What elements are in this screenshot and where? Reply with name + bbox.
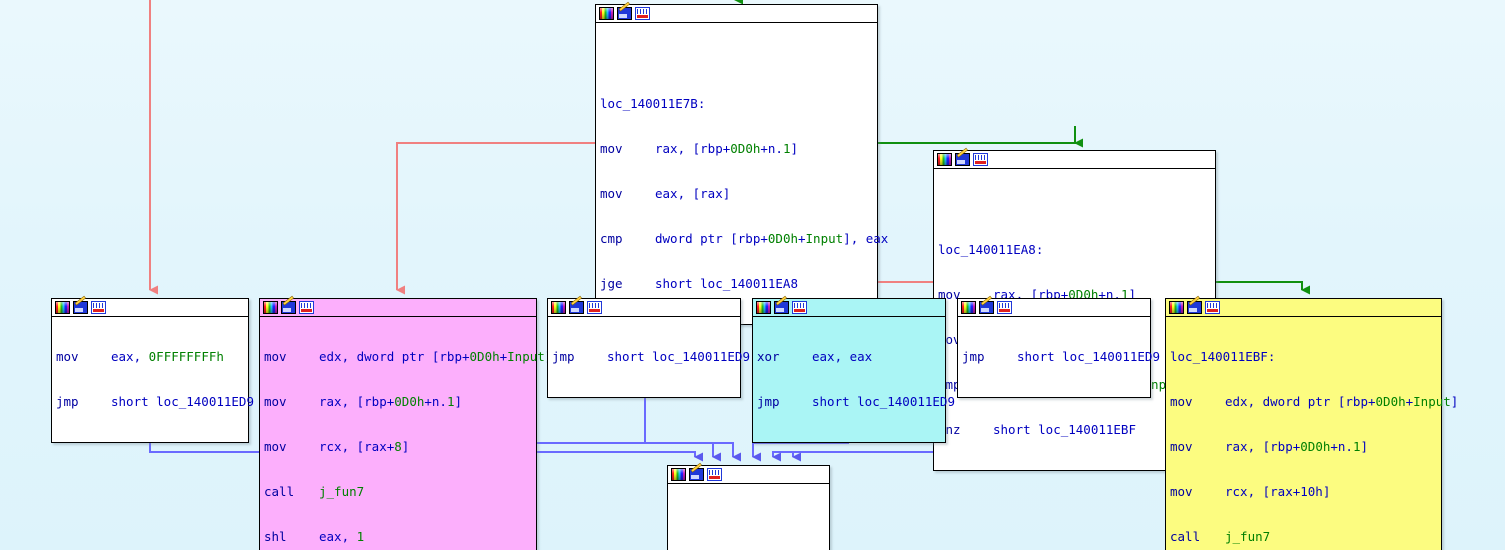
operands: rcx, [rax+10h]: [1225, 484, 1331, 499]
edit-pencil-icon[interactable]: [689, 468, 704, 481]
block-jmp-b[interactable]: jmp short loc_140011ED9: [957, 298, 1160, 398]
operands: edx, dword ptr [rbp+0D0h+Input]: [319, 349, 552, 364]
mnemonic: mov: [264, 349, 287, 364]
block-body: loc_140011EBF: mov edx, dword ptr [rbp+0D…: [1166, 317, 1458, 550]
mnemonic: call: [1170, 529, 1201, 544]
color-palette-icon[interactable]: [961, 301, 976, 314]
operands: edx, dword ptr [rbp+0D0h+Input]: [1225, 394, 1459, 409]
mnemonic: mov: [1170, 394, 1193, 409]
edit-pencil-icon[interactable]: [569, 301, 584, 314]
mnemonic: mov: [264, 439, 287, 454]
block-titlebar[interactable]: [753, 299, 945, 317]
block-body: mov edx, dword ptr [rbp+0D0h+Input] mov ra…: [260, 317, 552, 550]
block-body: jmp short loc_140011ED9: [958, 317, 1160, 397]
operands: eax, [rax]: [655, 186, 731, 201]
mnemonic: mov: [600, 141, 623, 156]
operands: short loc_140011EBF: [993, 422, 1136, 437]
mnemonic: jmp: [56, 394, 79, 409]
block-loc-140011E7B[interactable]: loc_140011E7B: mov rax, [rbp+0D0h+n.1] mo…: [595, 4, 888, 325]
mnemonic: mov: [1170, 484, 1193, 499]
edit-pencil-icon[interactable]: [955, 153, 970, 166]
color-palette-icon[interactable]: [55, 301, 70, 314]
operands: short loc_140011ED9: [111, 394, 254, 409]
mnemonic: xor: [757, 349, 780, 364]
block-titlebar[interactable]: [958, 299, 1150, 317]
color-palette-icon[interactable]: [599, 7, 614, 20]
edit-pencil-icon[interactable]: [73, 301, 88, 314]
block-titlebar[interactable]: [260, 299, 536, 317]
block-body: loc_140011E7B: mov rax, [rbp+0D0h+n.1] mo…: [596, 23, 888, 324]
block-label: loc_140011E7B:: [600, 96, 706, 111]
edit-pencil-icon[interactable]: [281, 301, 296, 314]
graph-layout-icon[interactable]: [635, 7, 650, 20]
mnemonic: cmp: [600, 231, 623, 246]
mnemonic: jmp: [962, 349, 985, 364]
mnemonic: mov: [1170, 439, 1193, 454]
block-titlebar[interactable]: [596, 5, 877, 23]
graph-layout-icon[interactable]: [299, 301, 314, 314]
operands: j_fun7: [319, 484, 365, 499]
mnemonic: shl: [264, 529, 287, 544]
operands: short loc_140011ED9: [1017, 349, 1160, 364]
operands: j_fun7: [1225, 529, 1271, 544]
color-palette-icon[interactable]: [1169, 301, 1184, 314]
block-titlebar[interactable]: [52, 299, 248, 317]
edit-pencil-icon[interactable]: [617, 7, 632, 20]
graph-canvas[interactable]: loc_140011E7B: mov rax, [rbp+0D0h+n.1] mo…: [0, 0, 1505, 550]
operands: short loc_140011EA8: [655, 276, 798, 291]
operands: rax, [rbp+0D0h+n.1]: [655, 141, 799, 156]
edit-pencil-icon[interactable]: [979, 301, 994, 314]
block-body: mov eax, 0FFFFFFFFh jmp short loc_140011ED…: [52, 317, 254, 442]
mnemonic: mov: [600, 186, 623, 201]
mnemonic: jmp: [552, 349, 575, 364]
operands: rax, [rbp+0D0h+n.1]: [319, 394, 463, 409]
operands: eax, 1: [319, 529, 365, 544]
block-titlebar[interactable]: [548, 299, 740, 317]
block-call-j-fun7-shl[interactable]: mov edx, dword ptr [rbp+0D0h+Input] mov ra…: [259, 298, 552, 550]
graph-layout-icon[interactable]: [91, 301, 106, 314]
graph-layout-icon[interactable]: [1205, 301, 1220, 314]
color-palette-icon[interactable]: [671, 468, 686, 481]
block-loc-140011EBF[interactable]: loc_140011EBF: mov edx, dword ptr [rbp+0D…: [1165, 298, 1458, 550]
mnemonic: mov: [56, 349, 79, 364]
block-label: loc_140011EA8:: [938, 242, 1044, 257]
operands: rcx, [rax+8]: [319, 439, 410, 454]
mnemonic: mov: [264, 394, 287, 409]
color-palette-icon[interactable]: [937, 153, 952, 166]
block-titlebar[interactable]: [934, 151, 1215, 169]
graph-layout-icon[interactable]: [587, 301, 602, 314]
graph-layout-icon[interactable]: [707, 468, 722, 481]
edit-pencil-icon[interactable]: [1187, 301, 1202, 314]
block-titlebar[interactable]: [668, 466, 829, 484]
color-palette-icon[interactable]: [551, 301, 566, 314]
block-label: loc_140011EBF:: [1170, 349, 1276, 364]
block-body: xor eax, eax jmp short loc_140011ED9: [753, 317, 955, 442]
color-palette-icon[interactable]: [263, 301, 278, 314]
block-loc-140011ED9[interactable]: loc_140011ED9: learsp, [rbp+0C8h] poprdi: [667, 465, 830, 550]
mnemonic: jge: [600, 276, 623, 291]
operands: rax, [rbp+0D0h+n.1]: [1225, 439, 1369, 454]
block-titlebar[interactable]: [1166, 299, 1441, 317]
graph-layout-icon[interactable]: [792, 301, 807, 314]
graph-layout-icon[interactable]: [997, 301, 1012, 314]
block-body: loc_140011ED9: learsp, [rbp+0C8h] poprdi: [668, 484, 829, 550]
operands: short loc_140011ED9: [812, 394, 955, 409]
block-jmp-a[interactable]: jmp short loc_140011ED9: [547, 298, 750, 398]
graph-layout-icon[interactable]: [973, 153, 988, 166]
mnemonic: jnz: [938, 422, 961, 437]
edit-pencil-icon[interactable]: [774, 301, 789, 314]
block-mov-eax-minus-one[interactable]: mov eax, 0FFFFFFFFh jmp short loc_140011ED…: [51, 298, 254, 443]
color-palette-icon[interactable]: [756, 301, 771, 314]
operands: dword ptr [rbp+0D0h+Input], eax: [655, 231, 889, 246]
mnemonic: call: [264, 484, 295, 499]
mnemonic: jmp: [757, 394, 780, 409]
operands: eax, 0FFFFFFFFh: [111, 349, 224, 364]
operands: short loc_140011ED9: [607, 349, 750, 364]
operands: eax, eax: [812, 349, 873, 364]
block-body: jmp short loc_140011ED9: [548, 317, 750, 397]
block-xor-eax-eax[interactable]: xor eax, eax jmp short loc_140011ED9: [752, 298, 955, 443]
